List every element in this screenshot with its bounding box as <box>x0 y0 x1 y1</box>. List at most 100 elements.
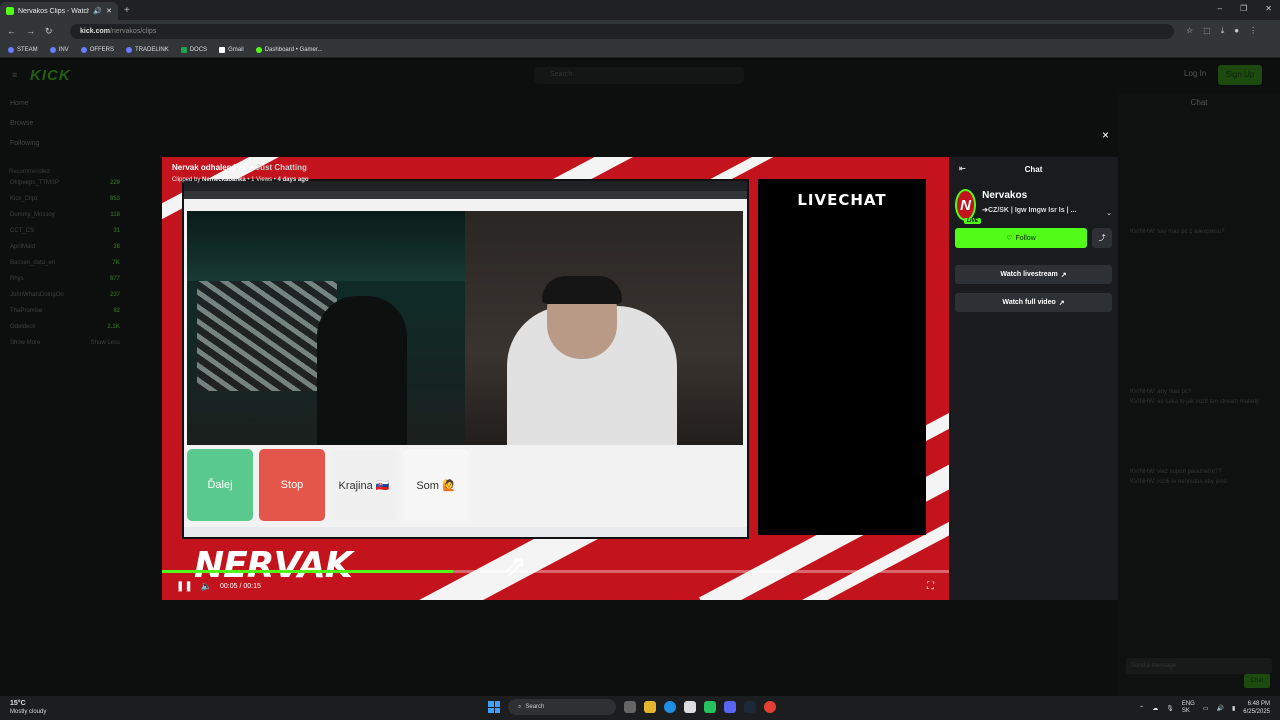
channel-name: ThaPromise <box>10 308 43 314</box>
task-view-icon[interactable] <box>624 701 636 713</box>
sidebar-channel[interactable]: Odeldeck 2.3K <box>0 319 140 335</box>
chevron-down-icon[interactable]: ⌄ <box>1106 209 1112 217</box>
login-button[interactable]: Log In <box>1184 69 1206 78</box>
url-host: kick.com <box>80 27 110 35</box>
sidebar-channel[interactable]: AprilMaid 38 <box>0 239 140 255</box>
kick-logo[interactable]: KICK <box>30 67 71 84</box>
site-search-input[interactable]: Search <box>534 67 744 84</box>
taskbar-search[interactable]: ⌕ Search <box>508 699 616 715</box>
maximize-button[interactable]: ❐ <box>1240 4 1247 13</box>
pause-icon[interactable]: ❚❚ <box>176 581 193 592</box>
sidebar-item-home[interactable]: Home <box>10 100 140 107</box>
watch-full-video-button[interactable]: Watch full video ↗ <box>955 293 1112 312</box>
collapse-chat-icon[interactable]: ⇤ <box>959 164 966 173</box>
fullscreen-icon[interactable]: ⛶ <box>927 581 934 592</box>
recommended-list: Oklpeeps_TTMSP 229 Kick_Clipz 853 Dommy_Moss… <box>0 175 140 335</box>
sidebar-channel[interactable]: ThaPromise 82 <box>0 303 140 319</box>
profile-avatar[interactable]: ● <box>1234 26 1239 36</box>
clock[interactable]: 6:48 PM 6/25/2025 <box>1243 700 1270 716</box>
menu-icon[interactable]: ⋮ <box>1249 26 1257 36</box>
stop-button: Stop <box>259 449 325 521</box>
speaker-icon[interactable]: 🔊 <box>93 7 102 15</box>
app-icon[interactable] <box>704 701 716 713</box>
follow-label: Follow <box>1015 234 1036 242</box>
bookmark-label: STEAM <box>17 46 38 53</box>
share-button[interactable]: ⤴ <box>1092 228 1112 248</box>
volume-icon[interactable]: 🔈 <box>201 581 212 592</box>
tray-chevron-icon[interactable]: ⌃ <box>1139 705 1144 712</box>
background-chat-header: Chat <box>1190 98 1208 107</box>
sidebar-item-following[interactable]: Following <box>10 140 140 147</box>
volume-icon[interactable]: 🔊 <box>1217 705 1224 712</box>
onedrive-icon[interactable]: ☁ <box>1152 705 1158 712</box>
channel-name[interactable]: Nervakos <box>982 190 1100 201</box>
send-message-input[interactable]: Send a message <box>1126 658 1272 674</box>
network-icon[interactable]: ▭ <box>1203 705 1209 712</box>
close-tab-icon[interactable]: ✕ <box>106 7 112 15</box>
close-modal-icon[interactable]: × <box>1102 128 1109 142</box>
store-icon[interactable] <box>684 701 696 713</box>
channel-avatar[interactable]: N LIVE <box>955 189 982 224</box>
start-icon[interactable] <box>488 701 500 713</box>
show-less-link[interactable]: Show Less <box>91 340 120 346</box>
bookmark-gmail[interactable]: Gmail <box>219 46 244 53</box>
mic-icon[interactable]: 🎙 <box>1166 705 1174 712</box>
bookmark-docs[interactable]: DOCS <box>180 46 207 53</box>
edge-icon[interactable] <box>664 701 676 713</box>
channel-name: CCT_CS <box>10 228 35 234</box>
watch-livestream-button[interactable]: Watch livestream ↗ <box>955 265 1112 284</box>
bookmark-label: OFFERS <box>89 46 115 53</box>
back-icon[interactable]: ← <box>7 26 16 37</box>
clipper-name[interactable]: Nemeckabanka <box>202 177 246 183</box>
steam-icon <box>49 46 56 53</box>
show-more-link[interactable]: Show More <box>10 340 40 346</box>
minimize-button[interactable]: – <box>1218 4 1222 13</box>
tab-title: Nervakos Clips - Watch Liv <box>18 7 90 15</box>
sidebar-channel[interactable]: Dommy_Mossoy 118 <box>0 207 140 223</box>
bookmark-steam[interactable]: STEAM <box>8 46 38 53</box>
sidebar-channel[interactable]: Bassen_data_en 7K <box>0 255 140 271</box>
bookmark-star-icon[interactable]: ☆ <box>1186 26 1193 36</box>
bookmark-inv[interactable]: INV <box>49 46 69 53</box>
close-window-button[interactable]: ✕ <box>1265 4 1272 13</box>
seek-bar[interactable] <box>162 570 949 573</box>
bookmark-tradelink[interactable]: TRADELINK <box>126 46 169 53</box>
extensions-icon[interactable]: ⬚ <box>1203 26 1211 36</box>
next-button: Ďalej <box>187 449 253 521</box>
bookmark-dashboard[interactable]: Dashboard • Gamer... <box>255 46 323 53</box>
follow-button[interactable]: ♡ Follow <box>955 228 1087 248</box>
search-placeholder: Search <box>550 71 573 78</box>
hamburger-icon[interactable]: ≡ <box>12 70 17 80</box>
url-field[interactable]: kick.com/nervakos/clips <box>70 23 1174 39</box>
file-explorer-icon[interactable] <box>644 701 656 713</box>
address-bar-row: ← → ↻ kick.com/nervakos/clips ☆ ⬚ ⤓ ● ⋮ <box>0 20 1280 42</box>
sidebar-channel[interactable]: Rhys 877 <box>0 271 140 287</box>
download-icon[interactable]: ⤓ <box>1221 26 1225 36</box>
browser-tab[interactable]: Nervakos Clips - Watch Liv 🔊 ✕ <box>0 2 118 20</box>
sidebar-channel[interactable]: Oklpeeps_TTMSP 229 <box>0 175 140 191</box>
reload-icon[interactable]: ↻ <box>45 26 53 37</box>
bookmark-label: TRADELINK <box>135 46 169 53</box>
weather-widget[interactable]: 15°C Mostly cloudy <box>10 700 46 716</box>
clip-player[interactable]: Nervak odhalený xD • Just Chatting Clipp… <box>162 157 949 600</box>
forward-icon[interactable]: → <box>26 26 35 37</box>
new-tab-button[interactable]: + <box>124 5 130 16</box>
sidebar-item-browse[interactable]: Browse <box>10 120 140 127</box>
url-path: /nervakos/clips <box>109 27 157 35</box>
sidebar-channel[interactable]: Kick_Clipz 853 <box>0 191 140 207</box>
lang-label: ENG <box>1181 701 1195 707</box>
clip-category[interactable]: Just Chatting <box>256 163 307 172</box>
bookmark-offers[interactable]: OFFERS <box>80 46 115 53</box>
livechat-overlay: LIVECHAT <box>758 179 926 535</box>
chrome-icon[interactable] <box>764 701 776 713</box>
language-indicator[interactable]: ENG SK <box>1182 701 1195 715</box>
discord-icon[interactable] <box>724 701 736 713</box>
webcam-feed <box>187 211 743 445</box>
signup-button[interactable]: Sign Up <box>1218 65 1262 85</box>
bg-chat-send-button[interactable]: Chat <box>1244 674 1270 688</box>
bookmark-label: Gmail <box>228 46 244 53</box>
sidebar-channel[interactable]: CCT_CS 31 <box>0 223 140 239</box>
battery-icon[interactable]: ▮ <box>1232 705 1235 712</box>
sidebar-channel[interactable]: JohnWhatsDoingOn 237 <box>0 287 140 303</box>
steam-icon[interactable] <box>744 701 756 713</box>
